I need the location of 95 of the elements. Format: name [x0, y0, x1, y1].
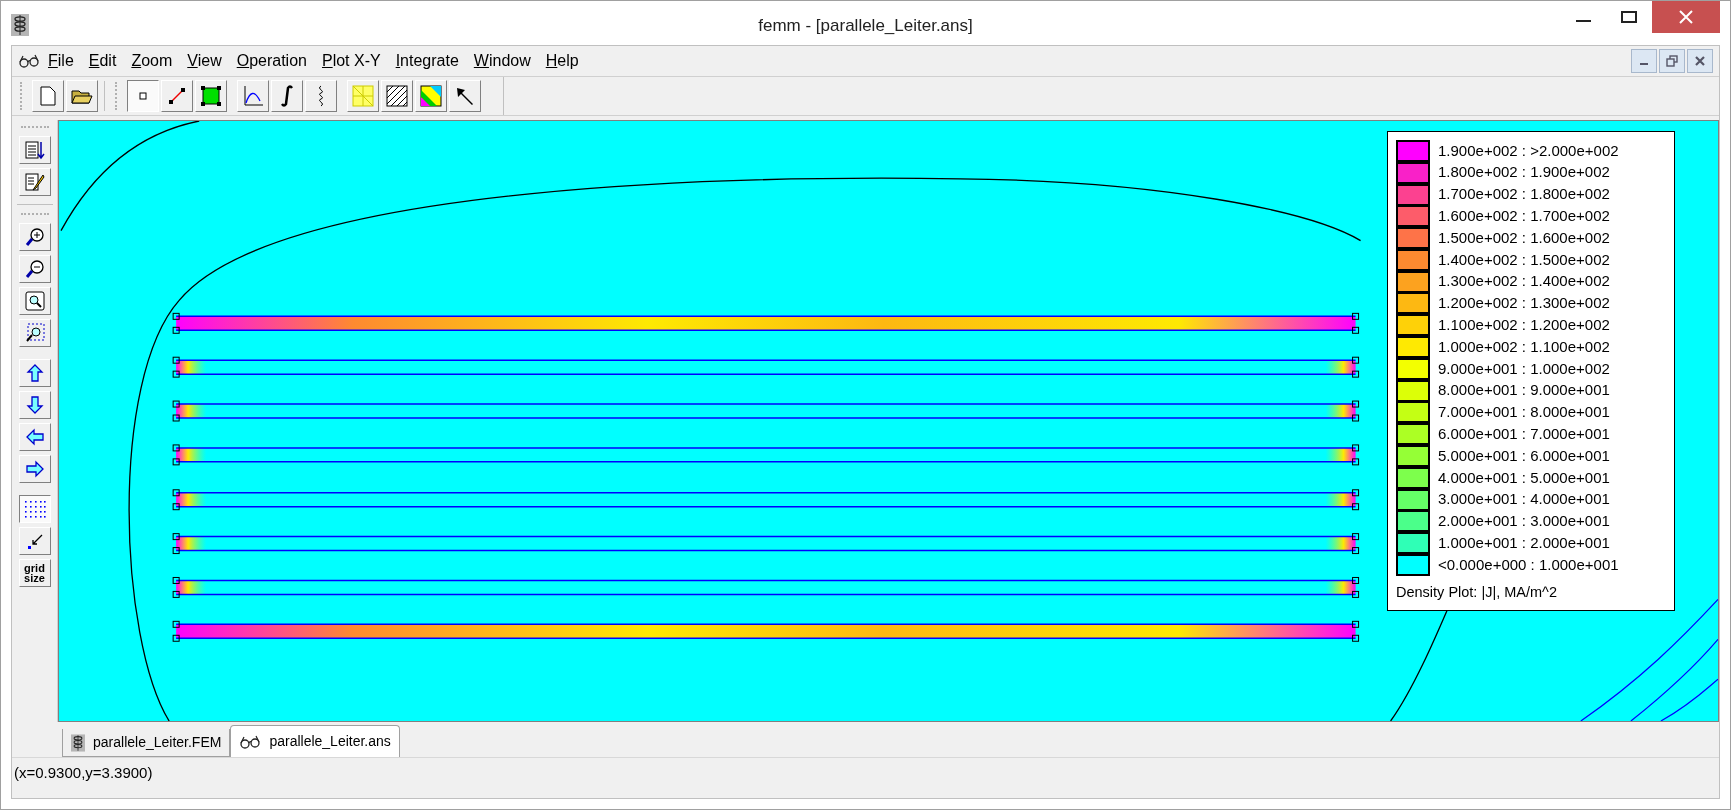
edit-document-icon [24, 172, 45, 192]
legend-label: 1.600e+002 : 1.700e+002 [1438, 206, 1610, 227]
legend-label: 1.700e+002 : 1.800e+002 [1438, 184, 1610, 205]
menu-item[interactable]: File [41, 49, 81, 73]
density-plot-button[interactable] [415, 80, 447, 112]
close-icon [1694, 55, 1706, 67]
node-mode-button[interactable] [127, 80, 159, 112]
pan-down-button[interactable] [18, 391, 51, 419]
new-file-button[interactable] [32, 80, 64, 112]
integral-button[interactable] [271, 80, 303, 112]
grid-size-button[interactable]: grid size [18, 559, 51, 587]
legend-label: 5.000e+001 : 6.000e+001 [1438, 445, 1610, 466]
curve-plot-icon [242, 85, 264, 107]
edit-properties-button[interactable] [18, 168, 51, 196]
dot-grid-icon [23, 500, 46, 518]
menu-item[interactable]: Edit [81, 49, 124, 73]
folder-icon [71, 87, 93, 105]
pointer-arrow-button[interactable] [449, 80, 481, 112]
zoom-window-button[interactable] [18, 319, 51, 347]
legend-label: 2.000e+001 : 3.000e+001 [1438, 511, 1610, 532]
legend-title: Density Plot: |J|, MA/m^2 [1396, 582, 1558, 602]
glasses-icon [18, 53, 40, 69]
close-icon [1679, 10, 1693, 24]
arrow-icon [455, 86, 475, 106]
zoom-in-icon [24, 227, 45, 247]
up-arrow-icon [25, 364, 44, 382]
hatch-icon [386, 85, 408, 107]
minimize-icon [1575, 20, 1591, 22]
line-segment-icon [168, 87, 186, 105]
minimize-icon [1640, 63, 1648, 65]
document-tab[interactable]: parallele_Leiter.FEM [62, 729, 231, 757]
mdi-restore-button[interactable] [1659, 49, 1685, 73]
snap-to-grid-button[interactable] [18, 527, 51, 555]
filled-square-icon [201, 86, 221, 106]
legend-label: 9.000e+001 : 1.000e+002 [1438, 358, 1610, 379]
coil-button[interactable] [305, 80, 337, 112]
segment-mode-button[interactable] [161, 80, 193, 112]
menu-item[interactable]: Zoom [124, 49, 180, 73]
show-grid-button[interactable] [18, 495, 51, 523]
maximize-icon [1621, 11, 1637, 23]
legend-label: 1.400e+002 : 1.500e+002 [1438, 249, 1610, 270]
pan-right-button[interactable] [18, 455, 51, 483]
window-title: femm - [parallele_Leiter.ans] [758, 15, 973, 37]
legend-label: <0.000e+000 : 1.000e+001 [1438, 554, 1619, 575]
legend-label: 1.100e+002 : 1.200e+002 [1438, 315, 1610, 336]
legend-label: 1.800e+002 : 1.900e+002 [1438, 162, 1610, 183]
legend-label: 7.000e+001 : 8.000e+001 [1438, 402, 1610, 423]
open-folder-button[interactable] [66, 80, 98, 112]
legend-label: 1.300e+002 : 1.400e+002 [1438, 271, 1610, 292]
glasses-icon [239, 733, 262, 750]
menu-item[interactable]: Help [538, 49, 586, 73]
legend-label: 8.000e+001 : 9.000e+001 [1438, 380, 1610, 401]
pan-up-button[interactable] [18, 359, 51, 387]
integral-icon [280, 85, 294, 107]
legend-label: 1.000e+001 : 2.000e+001 [1438, 533, 1610, 553]
color-bands-icon [420, 85, 442, 107]
menu-item[interactable]: Window [466, 49, 538, 73]
legend-label: 4.000e+001 : 5.000e+001 [1438, 467, 1610, 488]
legend-label: 3.000e+001 : 4.000e+001 [1438, 489, 1610, 510]
menu-item[interactable]: View [180, 49, 229, 73]
restore-icon [1666, 55, 1678, 67]
down-arrow-icon [25, 396, 44, 414]
block-mode-button[interactable] [195, 80, 227, 112]
menu-item[interactable]: Operation [229, 49, 314, 73]
sort-list-button[interactable] [18, 136, 51, 164]
document-icon [40, 86, 56, 106]
pan-left-button[interactable] [18, 423, 51, 451]
mesh-icon [352, 85, 374, 107]
left-arrow-icon [25, 428, 44, 446]
legend-label: 1.200e+002 : 1.300e+002 [1438, 293, 1610, 314]
zoom-out-button[interactable] [18, 255, 51, 283]
coil-icon [71, 732, 85, 753]
list-arrow-icon [24, 140, 45, 160]
hatch-plot-button[interactable] [381, 80, 413, 112]
cursor-coordinates: (x=0.9300,y=3.3900) [14, 762, 153, 783]
legend-label: 6.000e+001 : 7.000e+001 [1438, 424, 1610, 444]
grid-plot-button[interactable] [347, 80, 379, 112]
zoom-out-icon [24, 259, 45, 279]
snap-arrow-icon [25, 532, 44, 550]
mdi-close-button[interactable] [1687, 49, 1713, 73]
document-tab[interactable]: parallele_Leiter.ans [230, 725, 400, 757]
menu-item[interactable]: Plot X-Y [314, 49, 388, 73]
menu-item[interactable]: Integrate [388, 49, 466, 73]
zoom-fit-button[interactable] [18, 287, 51, 315]
magnifier-icon [24, 291, 45, 311]
legend-label: 1.500e+002 : 1.600e+002 [1438, 227, 1610, 248]
legend-label: 1.000e+002 : 1.100e+002 [1438, 336, 1610, 357]
zoom-window-icon [24, 323, 45, 343]
close-button[interactable] [1652, 1, 1720, 33]
zoom-in-button[interactable] [18, 223, 51, 251]
mdi-minimize-button[interactable] [1631, 49, 1657, 73]
right-arrow-icon [25, 460, 44, 478]
coil-icon [11, 14, 29, 36]
plot-chart-button[interactable] [237, 80, 269, 112]
legend-label: 1.900e+002 : >2.000e+002 [1438, 140, 1619, 161]
